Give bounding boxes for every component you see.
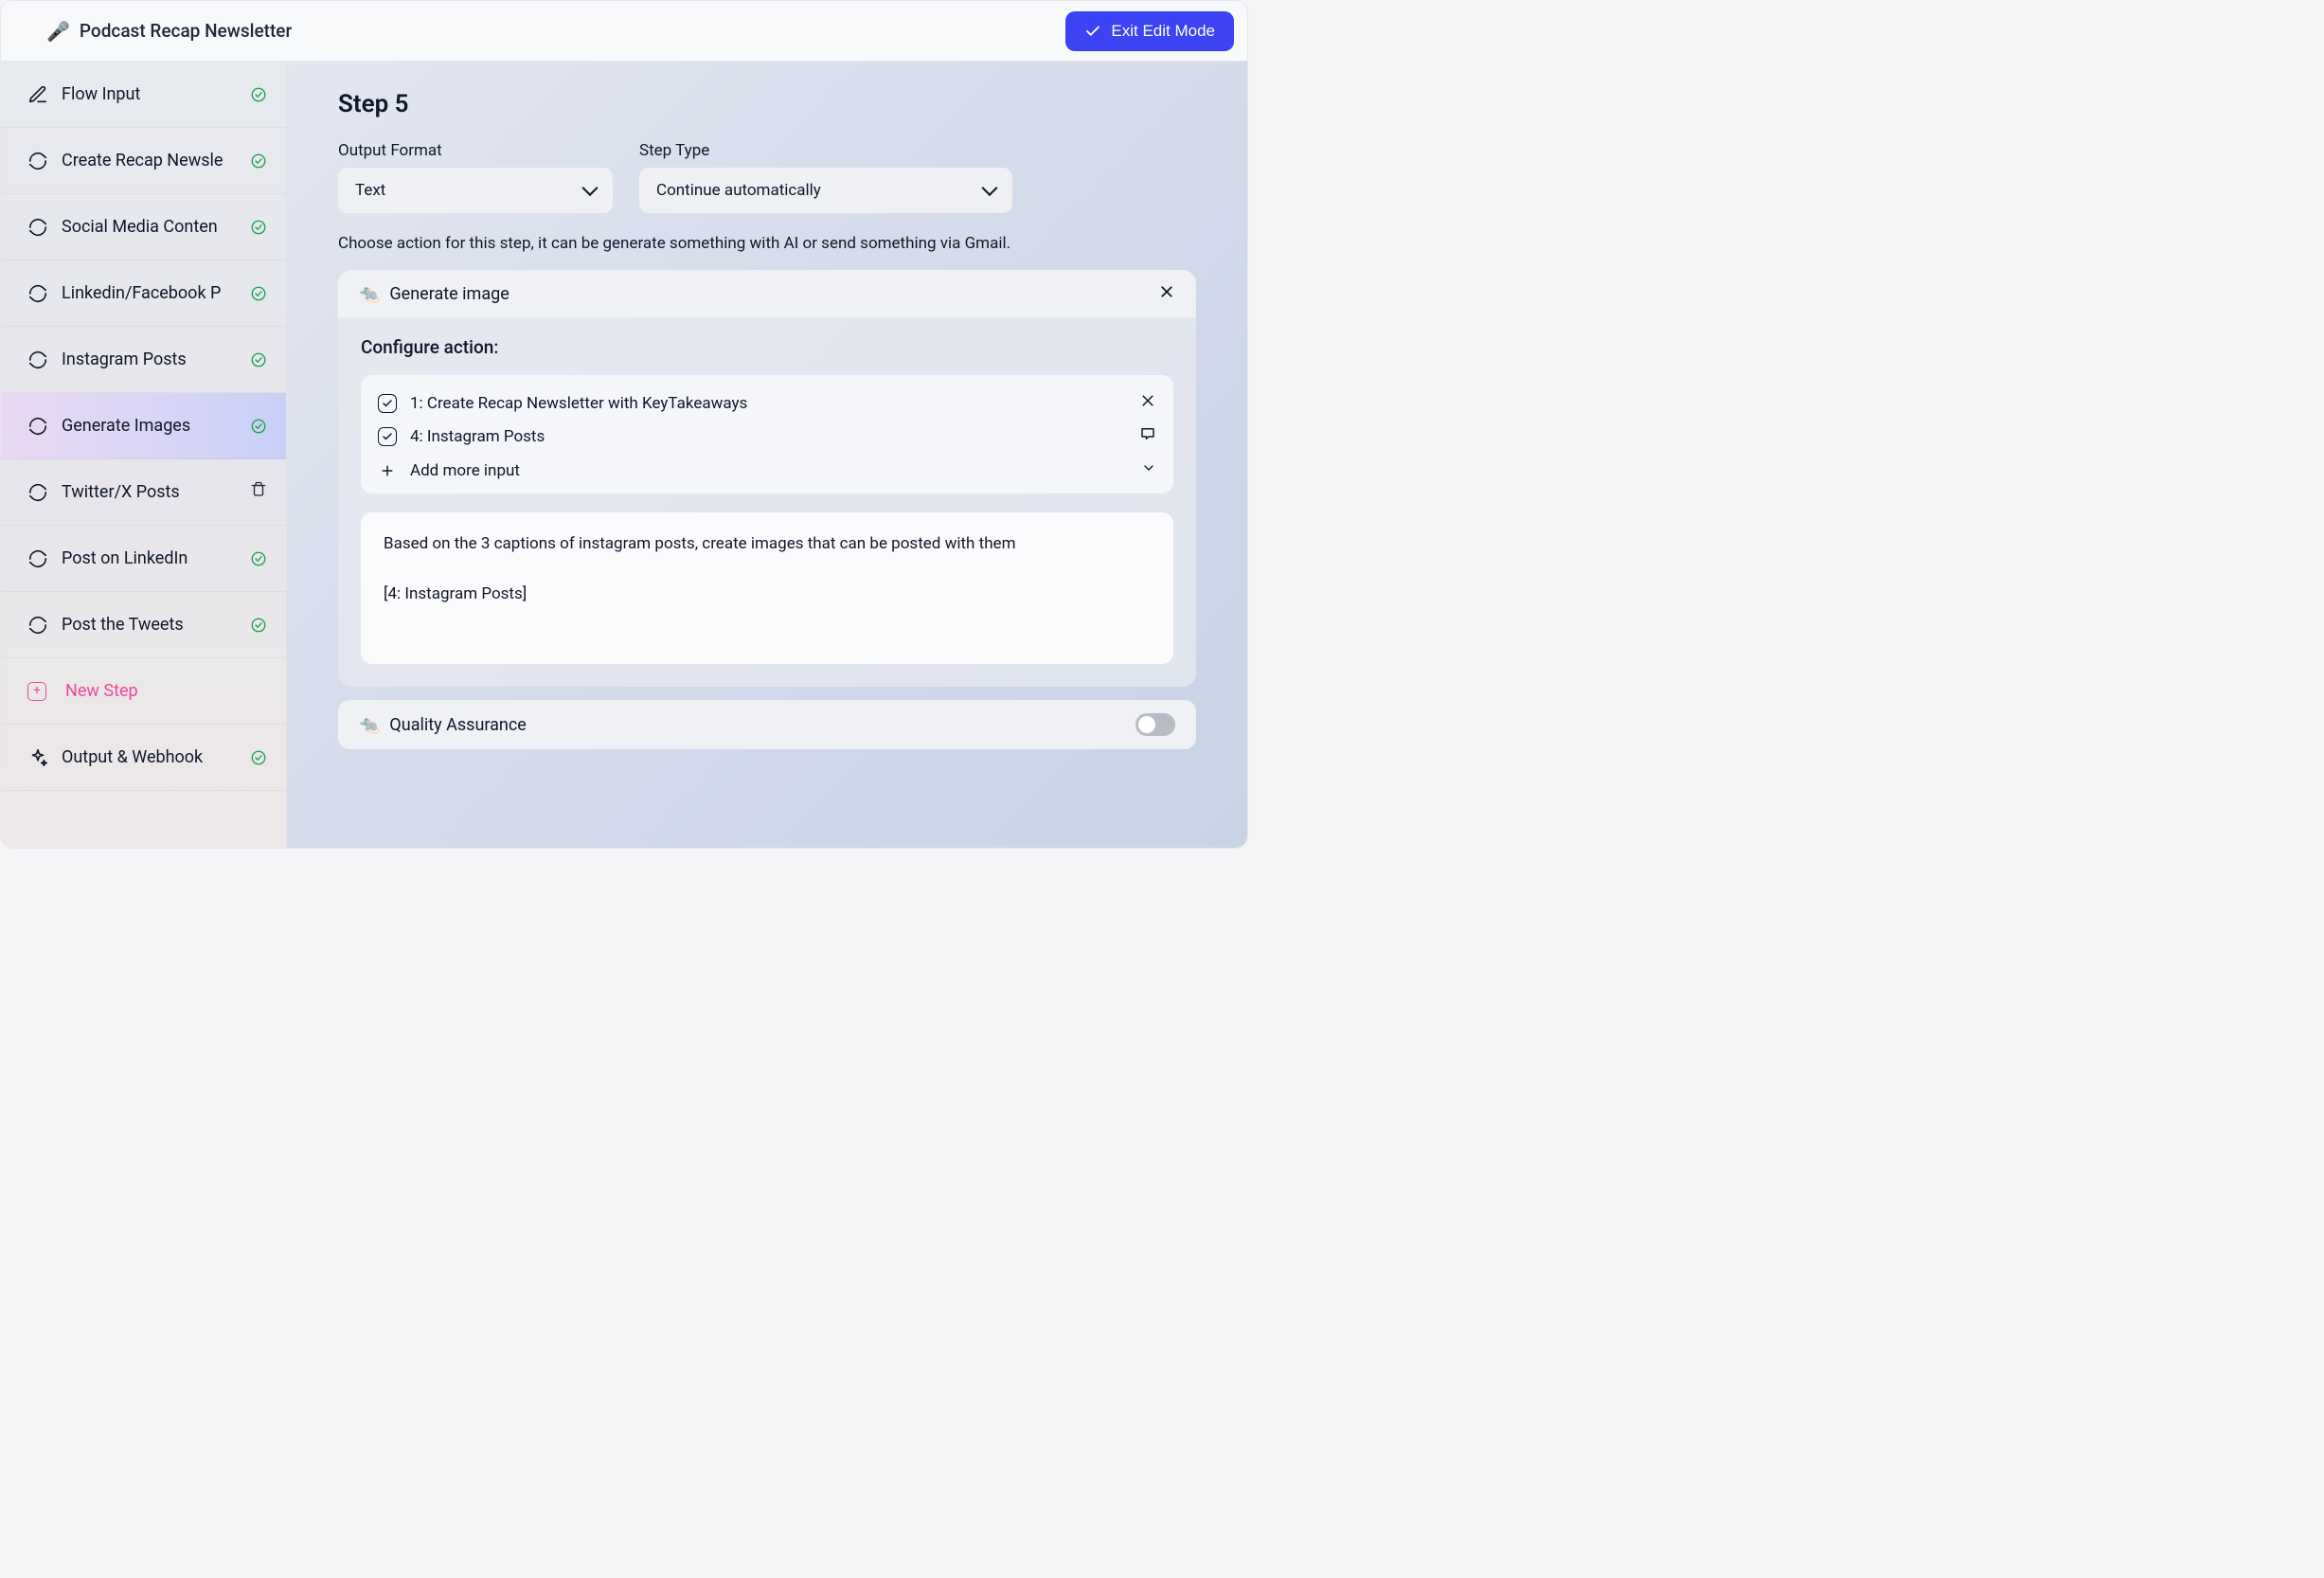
cycle-icon [27,615,48,636]
exit-button-label: Exit Edit Mode [1111,22,1215,41]
sidebar-item-label: Twitter/X Posts [62,482,237,502]
select-value: Continue automatically [656,181,821,200]
page-title: 🎤 Podcast Recap Newsletter [46,20,292,43]
action-panel-header: 🐀 Generate image [338,270,1196,317]
new-step-button[interactable]: + New Step [1,658,286,725]
sidebar-item-label: Generate Images [62,416,237,436]
sidebar-item-flow-input[interactable]: Flow Input [1,62,286,128]
edit-icon [27,84,48,105]
sidebar-item-label: Output & Webhook [62,747,237,767]
step-heading: Step 5 [338,90,1196,118]
title-text: Podcast Recap Newsletter [80,20,292,42]
rat-icon: 🐀 [359,284,380,304]
output-format-select[interactable]: Text [338,168,613,213]
input-row: 4: Instagram Posts [378,420,1156,453]
sidebar-item-twitter-posts[interactable]: Twitter/X Posts [1,459,286,526]
cycle-icon [27,548,48,569]
check-circle-icon [250,749,267,766]
rat-icon: 🐀 [359,715,380,735]
remove-input-icon[interactable] [1139,392,1156,414]
check-circle-icon [250,550,267,567]
sidebar-item-label: Linkedin/Facebook P [62,283,237,303]
step-description: Choose action for this step, it can be g… [338,234,1196,253]
qa-toggle[interactable] [1135,713,1175,736]
sidebar: Flow Input Create Recap Newsle Social [1,62,287,848]
comment-icon[interactable] [1139,425,1156,447]
sidebar-item-linkedin-facebook[interactable]: Linkedin/Facebook P [1,260,286,327]
sidebar-item-label: Flow Input [62,84,237,104]
sidebar-item-label: Social Media Conten [62,217,237,237]
input-label: 4: Instagram Posts [410,427,1126,446]
app-header: 🎤 Podcast Recap Newsletter Exit Edit Mod… [1,1,1247,62]
input-checkbox[interactable] [378,394,397,413]
qa-label: Quality Assurance [389,715,526,735]
sidebar-item-create-recap[interactable]: Create Recap Newsle [1,128,286,194]
close-icon[interactable] [1158,283,1175,304]
cycle-icon [27,482,48,503]
cycle-icon [27,350,48,370]
cycle-icon [27,283,48,304]
prompt-textarea[interactable]: Based on the 3 captions of instagram pos… [361,512,1173,664]
add-more-input[interactable]: Add more input [378,453,1156,482]
input-row: 1: Create Recap Newsletter with KeyTakea… [378,386,1156,420]
sparkle-icon [27,747,48,768]
sidebar-item-instagram-posts[interactable]: Instagram Posts [1,327,286,393]
quality-assurance-panel: 🐀 Quality Assurance [338,700,1196,749]
sidebar-item-social-media[interactable]: Social Media Conten [1,194,286,260]
sidebar-item-generate-images[interactable]: Generate Images [1,393,286,459]
step-type-select[interactable]: Continue automatically [639,168,1012,213]
check-circle-icon [250,86,267,103]
sidebar-item-label: Post on LinkedIn [62,548,237,568]
configure-action-title: Configure action: [361,336,1173,358]
check-circle-icon [250,351,267,368]
check-circle-icon [250,152,267,170]
output-format-label: Output Format [338,141,613,160]
microphone-icon: 🎤 [46,20,70,43]
main-content: Step 5 Output Format Text Step Type Cont… [287,62,1247,848]
sidebar-item-output-webhook[interactable]: Output & Webhook [1,725,286,791]
check-circle-icon [250,285,267,302]
sidebar-item-post-linkedin[interactable]: Post on LinkedIn [1,526,286,592]
check-circle-icon [250,617,267,634]
input-label: 1: Create Recap Newsletter with KeyTakea… [410,394,1126,413]
plus-icon: + [27,682,46,701]
sidebar-item-label: Post the Tweets [62,615,237,635]
add-more-label: Add more input [410,461,520,480]
action-title: Generate image [389,284,509,304]
check-icon [1084,23,1101,40]
cycle-icon [27,151,48,171]
sidebar-item-label: Create Recap Newsle [62,151,237,170]
input-checkbox[interactable] [378,427,397,446]
cycle-icon [27,416,48,437]
select-value: Text [355,181,385,200]
check-circle-icon [250,219,267,236]
plus-icon [378,463,397,478]
sidebar-item-post-tweets[interactable]: Post the Tweets [1,592,286,658]
cycle-icon [27,217,48,238]
sidebar-item-label: Instagram Posts [62,350,237,369]
input-list: 1: Create Recap Newsletter with KeyTakea… [361,375,1173,493]
check-circle-icon [250,418,267,435]
trash-icon[interactable] [250,481,267,503]
exit-edit-mode-button[interactable]: Exit Edit Mode [1065,11,1234,51]
step-type-label: Step Type [639,141,1012,160]
new-step-label: New Step [65,681,138,701]
chevron-down-icon [1141,460,1156,480]
action-panel: 🐀 Generate image Configure action: [338,270,1196,687]
